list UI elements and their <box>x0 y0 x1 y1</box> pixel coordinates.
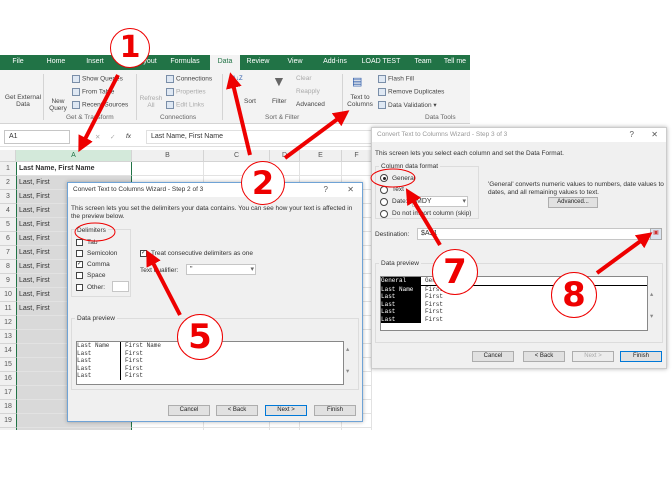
arrow-8 <box>595 232 653 275</box>
highlight-general <box>370 168 416 188</box>
arrow-5 <box>146 249 182 316</box>
highlight-delimiters <box>74 222 116 242</box>
arrow-2a <box>226 72 252 156</box>
annotation-2: 2 <box>241 161 285 205</box>
annotation-8: 8 <box>551 272 597 318</box>
annotation-7: 7 <box>432 249 478 295</box>
annotation-5: 5 <box>177 314 223 360</box>
annotation-arrows <box>74 72 653 316</box>
arrow-2b <box>283 110 350 160</box>
arrow-7 <box>405 188 442 247</box>
annotation-1: 1 <box>110 28 150 68</box>
arrow-1 <box>78 74 120 153</box>
